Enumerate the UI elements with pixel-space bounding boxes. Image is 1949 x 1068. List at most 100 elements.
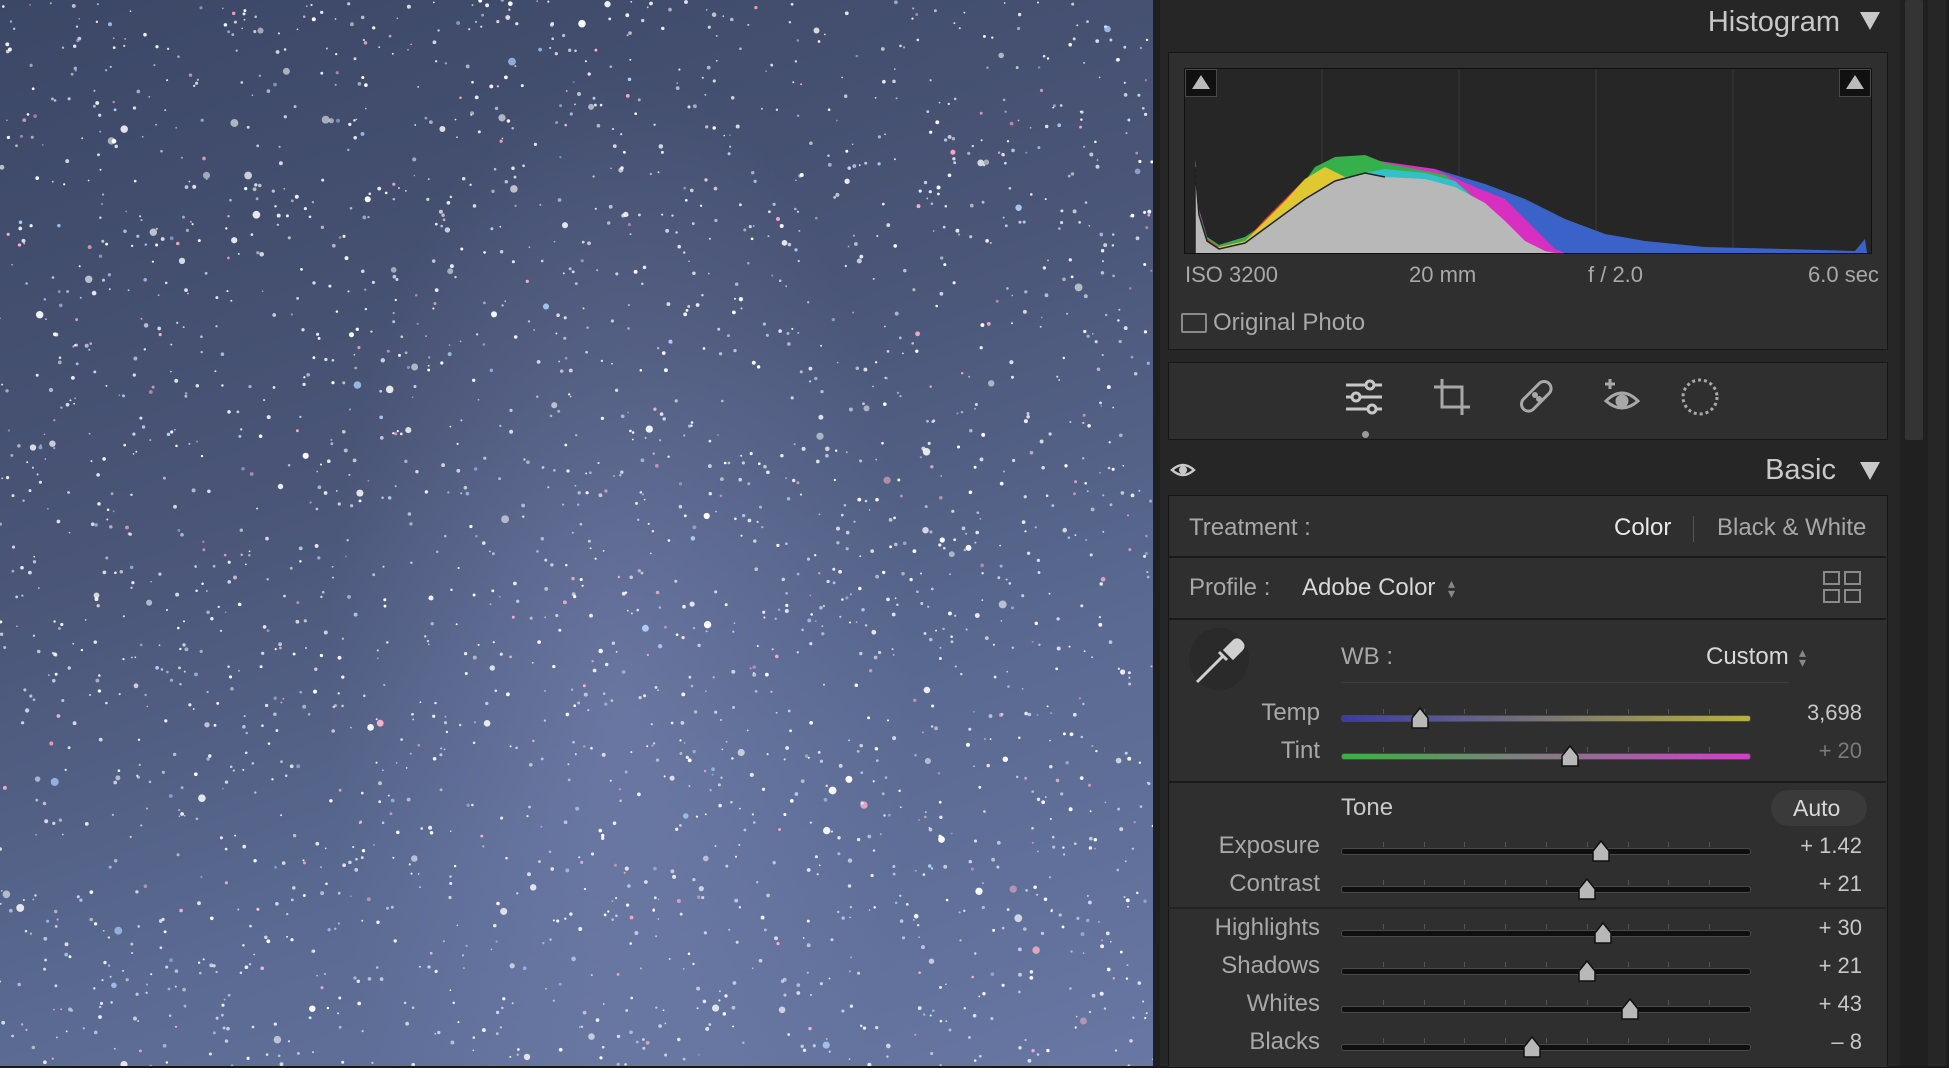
star bbox=[615, 897, 618, 900]
star bbox=[409, 522, 413, 526]
shadows-value[interactable]: + 21 bbox=[1772, 953, 1862, 979]
original-photo-checkbox[interactable] bbox=[1181, 313, 1207, 333]
star bbox=[1073, 492, 1076, 496]
temp-value[interactable]: 3,698 bbox=[1772, 700, 1862, 726]
star bbox=[312, 356, 316, 360]
star bbox=[489, 550, 491, 553]
slider-tick bbox=[1546, 880, 1547, 885]
star bbox=[1084, 538, 1088, 542]
star bbox=[599, 1056, 603, 1060]
basic-header[interactable]: Basic bbox=[1160, 450, 1894, 494]
highlights-slider[interactable] bbox=[1341, 921, 1751, 944]
star bbox=[243, 715, 246, 718]
star bbox=[902, 352, 904, 355]
treatment-bw-button[interactable]: Black & White bbox=[1717, 514, 1866, 542]
star bbox=[1011, 646, 1015, 649]
star bbox=[460, 419, 463, 422]
star bbox=[734, 282, 739, 286]
temp-slider[interactable] bbox=[1341, 706, 1751, 729]
temp-slider-thumb[interactable] bbox=[1410, 706, 1429, 729]
healing-icon[interactable] bbox=[1515, 375, 1559, 419]
histogram-graph[interactable] bbox=[1184, 68, 1872, 254]
collapse-triangle-icon[interactable] bbox=[1860, 12, 1880, 30]
collapse-triangle-icon[interactable] bbox=[1860, 462, 1880, 480]
star bbox=[225, 227, 228, 230]
star bbox=[2, 785, 7, 790]
tint-slider[interactable] bbox=[1341, 744, 1751, 767]
panel-scrollbar-thumb[interactable] bbox=[1905, 0, 1923, 440]
edit-sliders-icon[interactable] bbox=[1342, 375, 1386, 419]
star bbox=[719, 718, 723, 722]
profile-dropdown[interactable]: Adobe Color bbox=[1302, 574, 1435, 602]
star bbox=[825, 453, 829, 458]
treatment-color-button[interactable]: Color bbox=[1614, 514, 1671, 542]
histogram-header[interactable]: Histogram bbox=[1160, 0, 1894, 44]
star bbox=[658, 439, 662, 442]
star bbox=[202, 156, 206, 161]
blacks-slider[interactable] bbox=[1341, 1035, 1751, 1058]
auto-tone-button[interactable]: Auto bbox=[1771, 790, 1867, 826]
wb-dropdown-arrows-icon[interactable]: ▴ ▾ bbox=[1799, 645, 1806, 669]
red-eye-icon[interactable] bbox=[1600, 375, 1644, 419]
slider-tick bbox=[1382, 1000, 1384, 1005]
star bbox=[410, 561, 413, 564]
star bbox=[959, 939, 962, 942]
star bbox=[715, 59, 718, 62]
blacks-value[interactable]: – 8 bbox=[1772, 1029, 1862, 1055]
exposure-value[interactable]: + 1.42 bbox=[1772, 833, 1862, 859]
star bbox=[886, 350, 890, 353]
star bbox=[690, 684, 694, 688]
profile-dropdown-arrows-icon[interactable]: ▴ ▾ bbox=[1448, 576, 1455, 600]
star bbox=[1072, 37, 1076, 41]
whites-slider-thumb[interactable] bbox=[1620, 997, 1639, 1020]
shadow-clipping-button[interactable] bbox=[1185, 69, 1217, 97]
star bbox=[912, 7, 915, 10]
star bbox=[801, 446, 806, 451]
wb-dropdown[interactable]: Custom bbox=[1706, 643, 1789, 671]
shadows-slider-thumb[interactable] bbox=[1578, 959, 1596, 982]
photo-preview[interactable] bbox=[0, 0, 1153, 1066]
masking-icon[interactable] bbox=[1678, 375, 1722, 419]
star bbox=[121, 394, 126, 398]
contrast-value[interactable]: + 21 bbox=[1772, 871, 1862, 897]
star bbox=[151, 260, 154, 263]
star bbox=[754, 567, 758, 571]
exposure-slider[interactable] bbox=[1341, 839, 1751, 862]
treatment-separator bbox=[1693, 516, 1694, 542]
whites-value[interactable]: + 43 bbox=[1772, 991, 1862, 1017]
exposure-slider-thumb[interactable] bbox=[1592, 839, 1610, 862]
star bbox=[601, 836, 605, 841]
star bbox=[264, 703, 269, 708]
star bbox=[312, 281, 316, 285]
star bbox=[798, 229, 801, 232]
blacks-slider-thumb[interactable] bbox=[1522, 1035, 1541, 1058]
shadows-slider[interactable] bbox=[1341, 959, 1751, 982]
tint-value[interactable]: + 20 bbox=[1772, 738, 1862, 764]
highlight-clipping-button[interactable] bbox=[1839, 69, 1871, 97]
star bbox=[310, 3, 313, 7]
star bbox=[312, 1051, 314, 1054]
star bbox=[162, 476, 166, 480]
tint-slider-thumb[interactable] bbox=[1561, 744, 1580, 767]
crop-icon[interactable] bbox=[1430, 375, 1474, 419]
star bbox=[625, 903, 630, 907]
star bbox=[972, 1013, 977, 1018]
contrast-slider-thumb[interactable] bbox=[1578, 877, 1596, 900]
wb-eyedropper-icon[interactable] bbox=[1189, 628, 1249, 690]
star bbox=[367, 479, 370, 482]
contrast-slider[interactable] bbox=[1341, 877, 1751, 900]
star bbox=[107, 273, 112, 277]
star bbox=[189, 220, 192, 223]
star bbox=[541, 466, 545, 469]
basic-title: Basic bbox=[1765, 454, 1836, 486]
star bbox=[642, 1046, 646, 1050]
highlights-slider-thumb[interactable] bbox=[1594, 921, 1612, 944]
star bbox=[169, 236, 174, 241]
whites-slider[interactable] bbox=[1341, 997, 1751, 1020]
star bbox=[1000, 620, 1003, 622]
star bbox=[911, 17, 914, 20]
profile-browser-grid-icon[interactable] bbox=[1822, 570, 1862, 604]
highlights-value[interactable]: + 30 bbox=[1772, 915, 1862, 941]
star bbox=[454, 275, 457, 279]
star bbox=[911, 342, 914, 345]
